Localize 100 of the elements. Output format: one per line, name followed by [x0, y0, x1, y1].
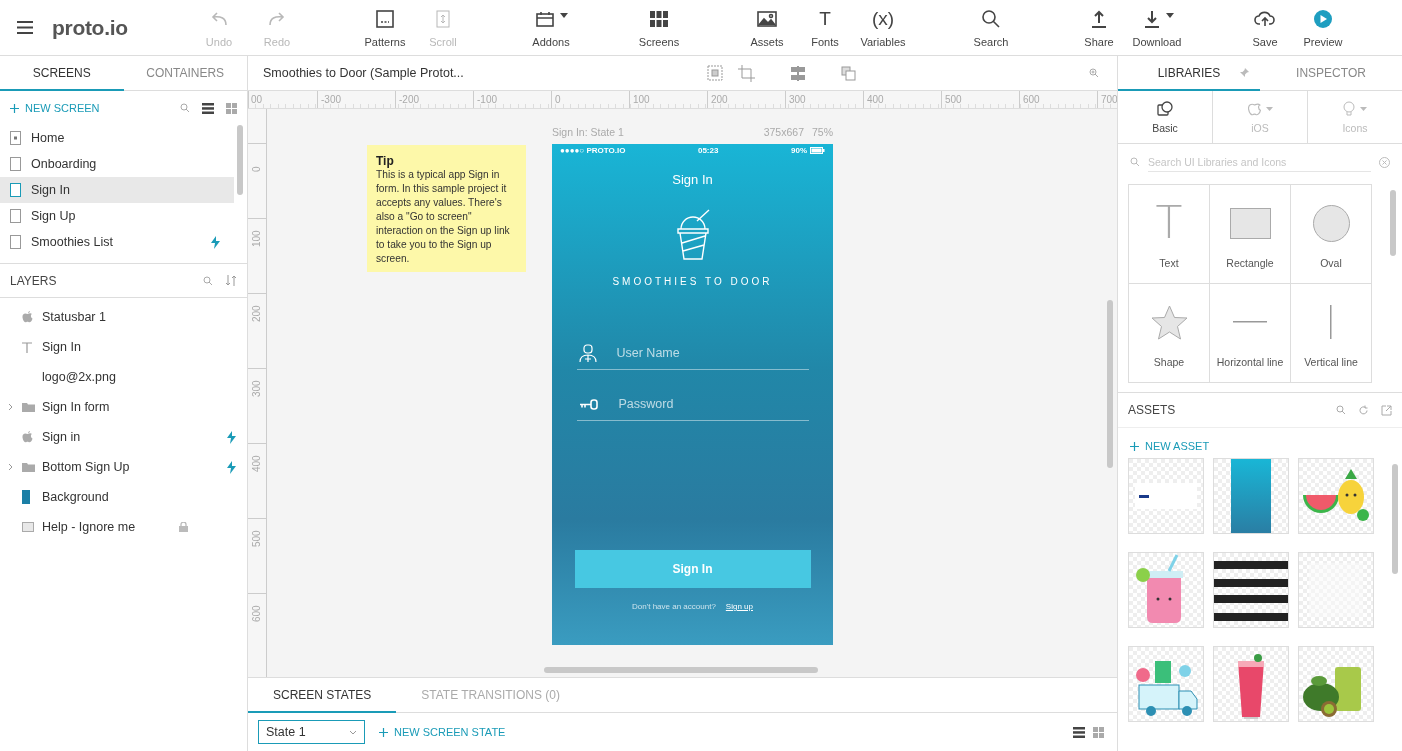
panel-tab[interactable]: INSPECTOR: [1260, 56, 1402, 91]
library-item[interactable]: Horizontal line: [1210, 284, 1291, 383]
scrollbar[interactable]: [544, 667, 818, 673]
search-icon[interactable]: [1336, 405, 1346, 415]
ruler-label: 300: [251, 380, 262, 397]
ruler-label: 500: [941, 91, 1019, 108]
duplicate-icon[interactable]: [841, 65, 856, 81]
library-item[interactable]: Rectangle: [1210, 185, 1291, 284]
chevron-icon[interactable]: [8, 463, 13, 471]
library-item[interactable]: Shape: [1129, 284, 1210, 383]
library-item[interactable]: T Text: [1129, 185, 1210, 284]
zoom-icon[interactable]: [1089, 68, 1099, 78]
toolbar-button[interactable]: Patterns: [356, 0, 414, 55]
layer-name: logo@2x.png: [42, 370, 117, 384]
ruler-label: -300: [317, 91, 395, 108]
toolbar-button[interactable]: Addons: [522, 0, 580, 55]
external-link-icon[interactable]: [1381, 404, 1392, 416]
shapes-icon: [1157, 100, 1173, 117]
layer-name: Sign In: [42, 340, 82, 354]
crop-icon[interactable]: [738, 64, 755, 82]
panel-tab[interactable]: SCREENS: [0, 56, 124, 91]
scrollbar[interactable]: [1392, 464, 1398, 574]
carrier-label: ●●●●○ PROTO.IO: [560, 146, 626, 155]
scrollbar[interactable]: [1107, 300, 1113, 468]
panel-tab[interactable]: CONTAINERS: [123, 56, 247, 91]
search-icon[interactable]: [203, 275, 213, 286]
toolbar-button[interactable]: T Fonts: [796, 0, 854, 55]
screen-item[interactable]: Home: [0, 125, 234, 151]
phone-screen[interactable]: ●●●●○ PROTO.IO 05:23 90% Sign In SMOOTHIES TO DOOR User Name Password Sign In Don't have an account? Sign up: [552, 144, 833, 645]
list-view-icon[interactable]: [202, 102, 214, 114]
screen-item[interactable]: Smoothies List: [0, 229, 234, 255]
chevron-down-icon: [349, 729, 357, 735]
library-item[interactable]: Oval: [1291, 185, 1372, 284]
screens-icon: [648, 8, 670, 29]
fit-icon[interactable]: [707, 65, 723, 81]
clear-icon[interactable]: [1379, 156, 1390, 168]
layer-item[interactable]: Background: [0, 482, 247, 512]
panel-tab[interactable]: LIBRARIES: [1118, 56, 1260, 91]
search-icon[interactable]: [180, 103, 190, 113]
input-field[interactable]: Password: [576, 388, 809, 421]
layer-name: Statusbar 1: [42, 310, 107, 324]
toolbar-button[interactable]: Share: [1070, 0, 1128, 55]
ruler-label: 600: [251, 605, 262, 622]
text-input[interactable]: Password: [618, 397, 809, 411]
toolbar-button[interactable]: Screens: [630, 0, 688, 55]
list-view-icon[interactable]: [1073, 726, 1085, 738]
grid-view-icon[interactable]: [1093, 726, 1104, 738]
grid-view-icon[interactable]: [226, 102, 237, 114]
apple-icon: [1247, 101, 1261, 116]
library-item-label: Text: [1158, 257, 1180, 269]
screen-item[interactable]: Sign Up: [0, 203, 234, 229]
battery-level: 90%: [791, 146, 807, 155]
toolbar-button[interactable]: Download: [1128, 0, 1186, 55]
layer-item[interactable]: Sign In form: [0, 392, 247, 422]
project-title: Smoothies to Door (Sample Protot...: [263, 66, 465, 80]
toolbar-button[interactable]: Preview: [1294, 0, 1352, 55]
scrollbar[interactable]: [237, 125, 243, 195]
screen-item[interactable]: Onboarding: [0, 151, 234, 177]
toolbar-button[interactable]: Search: [962, 0, 1020, 55]
input-field[interactable]: User Name: [576, 337, 809, 370]
screen-name: Sign In: [31, 183, 71, 197]
library-item-label: Vertical line: [1303, 356, 1359, 368]
sort-icon[interactable]: [225, 275, 237, 286]
image-icon: [756, 8, 778, 29]
refresh-icon[interactable]: [1358, 404, 1369, 416]
align-icon[interactable]: [791, 65, 805, 81]
state-dropdown[interactable]: State 1: [258, 720, 365, 744]
ruler-label: -100: [473, 91, 551, 108]
screen-name: Home: [31, 131, 66, 145]
screen-item[interactable]: Sign In: [0, 177, 234, 203]
layer-item[interactable]: Statusbar 1: [0, 302, 247, 332]
battery-icon: [810, 147, 825, 154]
caret-icon: [1165, 13, 1174, 18]
search-icon: [980, 8, 1002, 29]
status-time: 05:23: [697, 146, 719, 155]
lightbulb-icon: [1343, 100, 1355, 117]
layer-item[interactable]: Bottom Sign Up: [0, 452, 247, 482]
pin-icon[interactable]: [1240, 68, 1249, 77]
toolbar-button[interactable]: Save: [1236, 0, 1294, 55]
play-icon: [1312, 8, 1334, 29]
scrollbar[interactable]: [1390, 190, 1396, 256]
toolbar-button[interactable]: (x) Variables: [854, 0, 912, 55]
lock-icon[interactable]: [179, 522, 188, 532]
chevron-icon[interactable]: [8, 403, 13, 411]
layer-item[interactable]: Sign in: [0, 422, 247, 452]
ruler-label: 0: [551, 91, 629, 108]
menu-icon[interactable]: [17, 21, 33, 34]
ruler-label: -200: [395, 91, 473, 108]
frame-label: Sign In: State 1: [552, 126, 624, 138]
layer-item[interactable]: Sign In: [0, 332, 247, 362]
signup-link[interactable]: Sign up: [725, 602, 753, 611]
toolbar-button[interactable]: Assets: [738, 0, 796, 55]
panel-tab[interactable]: SCREEN STATES: [248, 678, 397, 713]
layer-item[interactable]: logo@2x.png: [0, 362, 247, 392]
ruler-label: 00: [250, 93, 264, 107]
text-input[interactable]: User Name: [616, 346, 809, 360]
library-item[interactable]: Vertical line: [1291, 284, 1372, 383]
plus-icon: [10, 103, 19, 113]
layer-item[interactable]: Help - Ignore me: [0, 512, 247, 542]
sticky-note[interactable]: Tip This is a typical app Sign in form. In this sample project it accepts any values. There's also a "Go to screen" interaction on the Sign up link to take you to the Sign up screen.: [367, 145, 526, 272]
